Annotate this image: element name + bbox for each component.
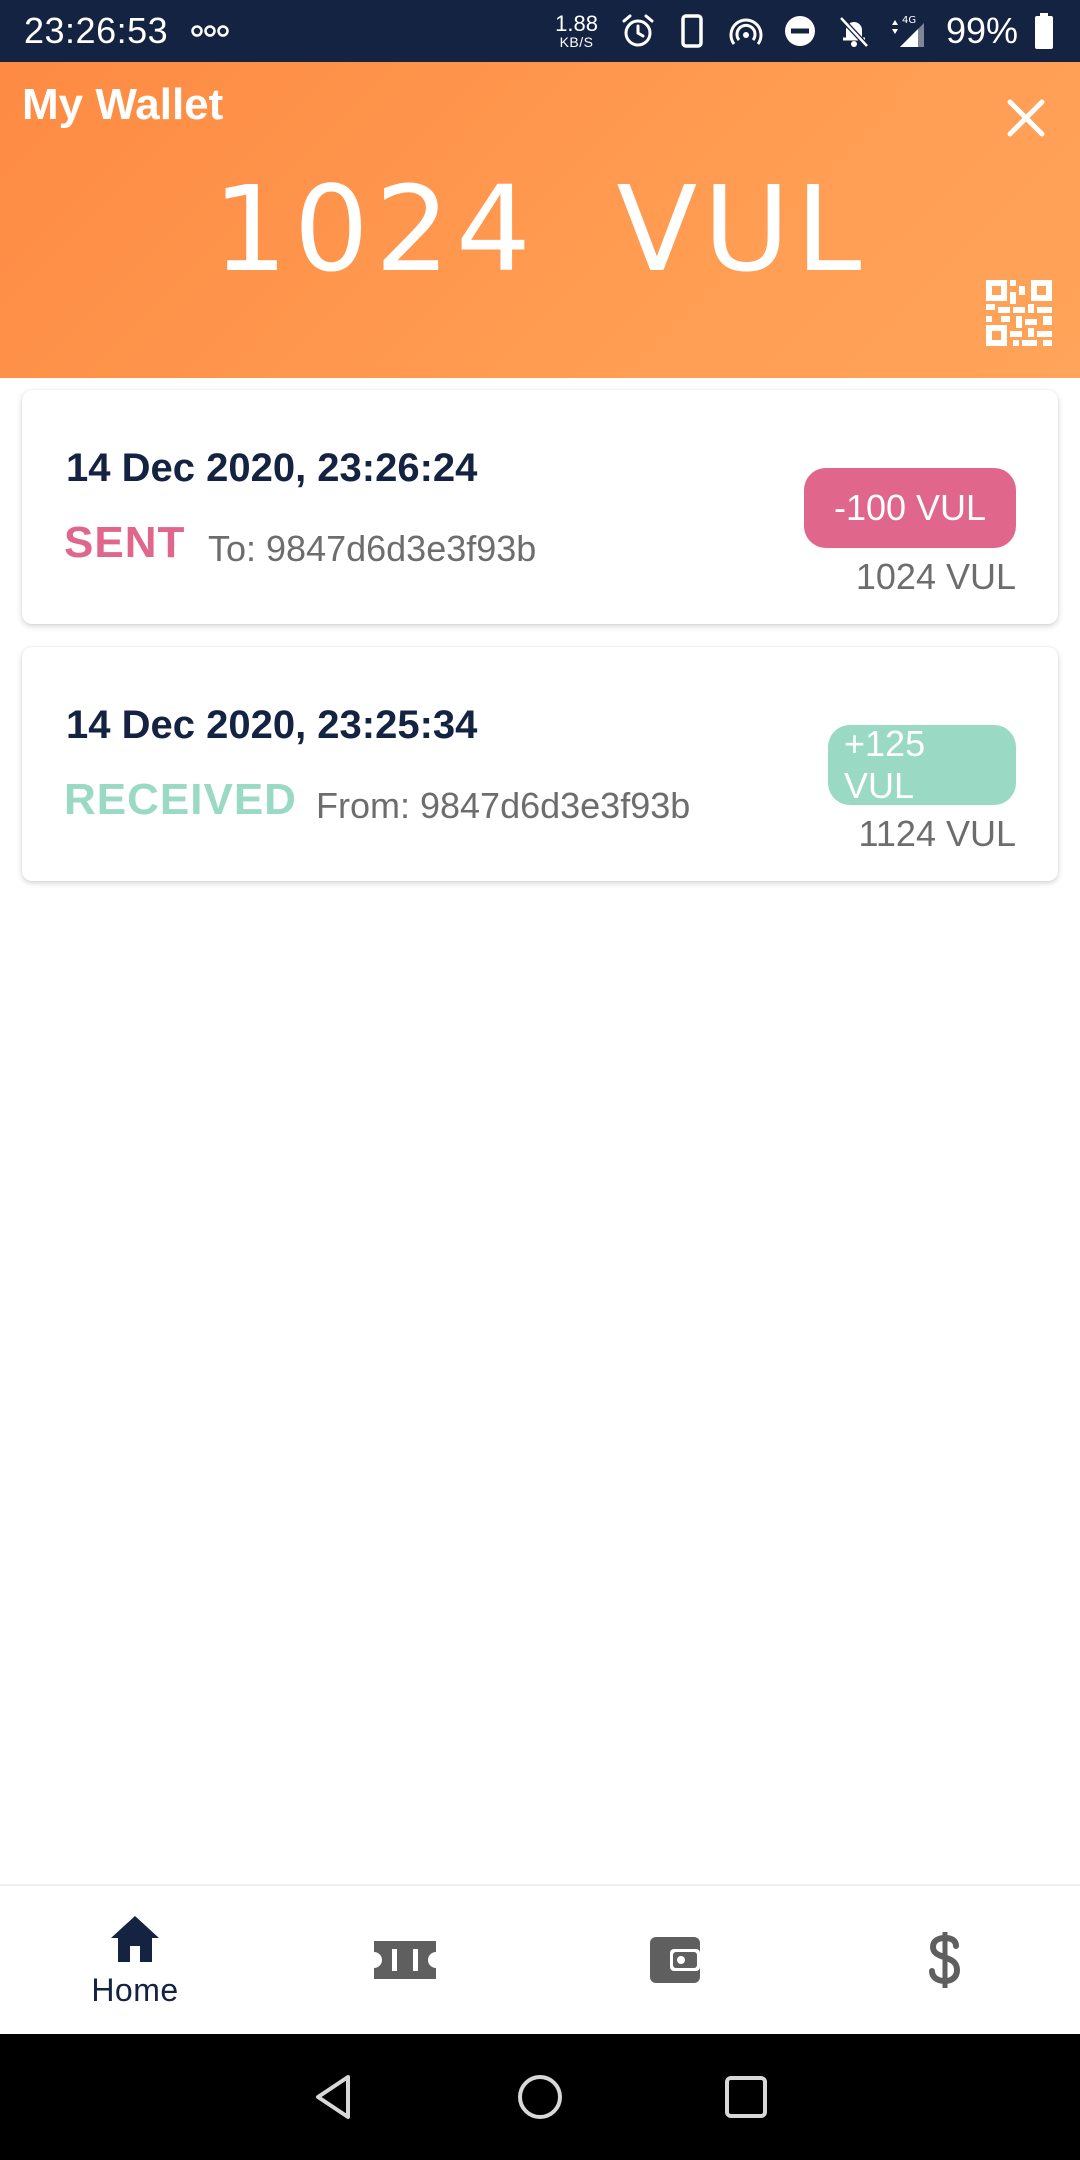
transaction-type: SENT	[64, 518, 186, 567]
recents-icon[interactable]	[718, 2069, 774, 2125]
battery-percent: 99%	[945, 10, 1018, 51]
nav-home-label: Home	[91, 1971, 179, 2008]
transaction-type: RECEIVED	[64, 775, 297, 824]
system-navigation	[0, 2034, 1080, 2160]
ticket-icon	[374, 1941, 436, 1979]
bell-off-icon	[839, 16, 869, 48]
transaction-date: 14 Dec 2020, 23:26:24	[66, 446, 478, 490]
transaction-date: 14 Dec 2020, 23:25:34	[66, 703, 478, 747]
transaction-amount-badge: +125 VUL	[828, 723, 1016, 806]
network-label: 4G	[902, 15, 916, 26]
transaction-balance: 1024 VUL	[855, 556, 1016, 597]
hotspot-icon	[729, 18, 763, 45]
transaction-address: From: 9847d6d3e3f93b	[316, 785, 691, 826]
back-icon[interactable]	[306, 2069, 362, 2125]
transaction-amount-badge: -100 VUL	[804, 468, 1016, 548]
bottom-navigation: Home	[0, 1884, 1080, 2034]
qr-code-icon[interactable]	[986, 280, 1052, 346]
transaction-card[interactable]: 14 Dec 2020, 23:25:34 RECEIVED From: 984…	[22, 647, 1058, 881]
nav-wallet[interactable]	[540, 1886, 810, 2034]
alarm-icon	[622, 14, 654, 47]
status-icons: 1.88 KB/S 4G 99%	[555, 10, 1056, 52]
home-icon	[111, 1915, 159, 1962]
speed-value: 1.88	[555, 11, 598, 36]
signal-4g-icon: 4G	[891, 15, 924, 47]
nav-tickets[interactable]	[270, 1886, 540, 2034]
home-circle-icon[interactable]	[512, 2069, 568, 2125]
transaction-address: To: 9847d6d3e3f93b	[208, 528, 537, 569]
status-time: 23:26:53	[24, 10, 169, 51]
nav-home[interactable]: Home	[0, 1886, 270, 2034]
wallet-header: My Wallet 1024 VUL	[0, 62, 1080, 378]
phone-icon	[681, 14, 703, 48]
close-icon[interactable]	[1000, 92, 1052, 144]
wallet-icon	[650, 1937, 700, 1983]
nav-payments[interactable]	[810, 1886, 1080, 2034]
do-not-disturb-icon	[784, 16, 815, 46]
page-title: My Wallet	[22, 80, 224, 129]
speed-unit: KB/S	[559, 34, 594, 50]
transaction-card[interactable]: 14 Dec 2020, 23:26:24 SENT To: 9847d6d3e…	[22, 390, 1058, 624]
dollar-icon	[929, 1932, 961, 1988]
network-speed: 1.88 KB/S	[555, 11, 598, 50]
status-bar: 23:26:53 1.88 KB/S 4G 99%	[0, 0, 1080, 62]
transaction-balance: 1124 VUL	[858, 813, 1016, 854]
wallet-balance: 1024 VUL	[212, 160, 868, 298]
battery-icon	[1035, 13, 1053, 49]
loop-icon	[191, 25, 229, 37]
